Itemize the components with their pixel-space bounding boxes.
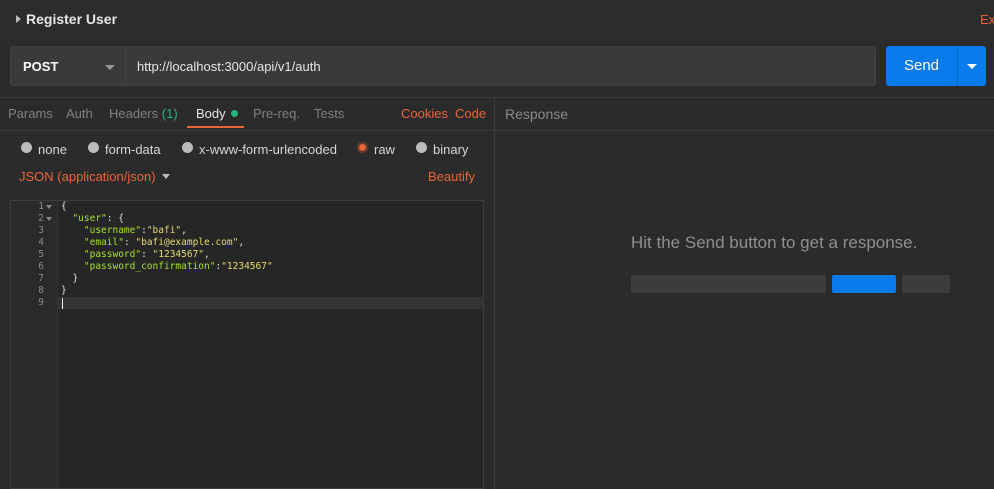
radio-raw[interactable] (357, 142, 368, 153)
expand-caret-icon[interactable] (16, 15, 21, 23)
cookies-link[interactable]: Cookies (401, 106, 448, 121)
url-input[interactable] (126, 46, 876, 86)
radio-form-data[interactable] (88, 142, 99, 153)
code-line: "username":"bafi", (83, 225, 187, 236)
line-number: 5 (38, 249, 44, 260)
line-number: 1 (38, 201, 44, 212)
radio-none[interactable] (21, 142, 32, 153)
tab-body-label: Body (196, 106, 226, 121)
tab-prereq[interactable]: Pre-req. (253, 106, 300, 121)
send-options-button[interactable] (957, 46, 986, 86)
method-label: POST (23, 59, 59, 74)
beautify-link[interactable]: Beautify (428, 169, 475, 184)
tab-headers-label: Headers (109, 106, 159, 121)
line-number: 7 (38, 273, 44, 284)
request-title[interactable]: Register User (26, 11, 117, 27)
code-line: "password_confirmation":"1234567" (83, 261, 273, 272)
radio-binary[interactable] (416, 142, 427, 153)
code-line: } (61, 285, 67, 296)
placeholder-send-button (832, 275, 896, 293)
response-header: Response (495, 97, 994, 131)
text-cursor (62, 298, 63, 309)
line-number: 8 (38, 285, 44, 296)
active-tab-indicator (187, 126, 244, 128)
code-line: "user": { (72, 213, 124, 224)
line-number: 6 (38, 261, 44, 272)
fold-toggle-icon[interactable] (46, 217, 52, 221)
chevron-down-icon (967, 64, 977, 69)
body-active-dot-icon (230, 110, 238, 117)
radio-form-data-label[interactable]: form-data (105, 142, 161, 157)
radio-urlencoded[interactable] (182, 142, 193, 153)
active-line-highlight (57, 297, 483, 309)
placeholder-save-button (902, 275, 950, 293)
response-empty-hint: Hit the Send button to get a response. (631, 233, 918, 252)
chevron-down-icon (105, 65, 115, 70)
code-line: "password": "1234567", (83, 249, 210, 260)
line-number: 2 (38, 213, 44, 224)
tab-tests[interactable]: Tests (314, 106, 344, 121)
code-line: } (72, 273, 79, 284)
line-number: 9 (38, 297, 44, 308)
line-number-gutter: 1 2 3 4 5 6 7 8 9 (11, 201, 58, 488)
tab-headers[interactable]: Headers (1) (109, 106, 178, 121)
chevron-down-icon[interactable] (162, 174, 170, 179)
radio-urlencoded-label[interactable]: x-www-form-urlencoded (199, 142, 337, 157)
tab-auth[interactable]: Auth (66, 106, 93, 121)
response-label: Response (505, 106, 569, 122)
code-line: "email": "bafi@example.com", (83, 237, 245, 248)
radio-binary-label[interactable]: binary (433, 142, 468, 157)
code-link[interactable]: Code (455, 106, 486, 121)
line-number: 3 (38, 225, 44, 236)
radio-raw-label[interactable]: raw (374, 142, 395, 157)
fold-toggle-icon[interactable] (46, 205, 52, 209)
headers-count-badge: (1) (161, 106, 178, 121)
request-tabs: Params Auth Headers (1) Body Pre-req. Te… (0, 97, 494, 131)
request-title-bar: Register User Ex (0, 0, 994, 39)
line-number: 4 (38, 237, 44, 248)
body-editor[interactable]: 1 2 3 4 5 6 7 8 9 { "user": { "username"… (10, 200, 484, 489)
method-select[interactable]: POST (10, 46, 126, 86)
placeholder-url-bar (631, 275, 826, 293)
tab-params[interactable]: Params (8, 106, 53, 121)
send-button[interactable]: Send (886, 46, 957, 86)
radio-none-label[interactable]: none (38, 142, 67, 157)
examples-link[interactable]: Ex (980, 12, 994, 27)
code-line: { (61, 201, 67, 212)
content-type-select[interactable]: JSON (application/json) (19, 169, 156, 184)
tab-body[interactable]: Body (196, 106, 238, 121)
pane-divider[interactable] (494, 97, 495, 489)
